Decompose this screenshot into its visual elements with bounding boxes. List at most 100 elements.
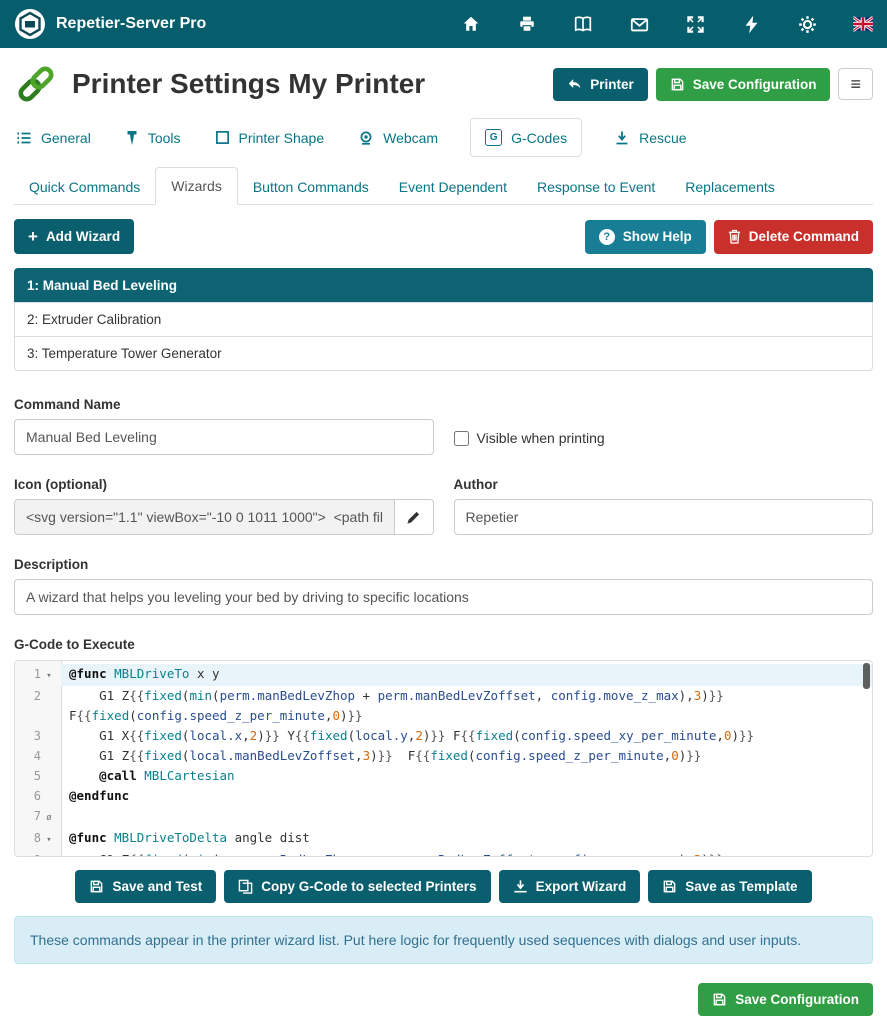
tab-printer-shape-label: Printer Shape bbox=[239, 130, 325, 146]
save-as-template-button[interactable]: Save as Template bbox=[648, 870, 811, 903]
square-outline-icon bbox=[215, 130, 230, 145]
copy-gcode-label: Copy G-Code to selected Printers bbox=[261, 879, 476, 894]
line-number: 4 bbox=[15, 746, 41, 766]
tab-general-label: General bbox=[41, 130, 91, 146]
tab-rescue-label: Rescue bbox=[639, 130, 686, 146]
tab-printer-shape[interactable]: Printer Shape bbox=[213, 119, 327, 157]
save-floppy-icon bbox=[89, 879, 104, 894]
command-name-input[interactable] bbox=[14, 419, 434, 455]
global-settings-gear-icon[interactable] bbox=[797, 14, 817, 34]
code-line: 6@endfunc bbox=[15, 786, 872, 806]
subtab-replacements[interactable]: Replacements bbox=[670, 169, 790, 205]
fullscreen-icon[interactable] bbox=[685, 14, 705, 34]
save-floppy-icon bbox=[670, 77, 685, 92]
copy-gcode-button[interactable]: Copy G-Code to selected Printers bbox=[224, 870, 490, 903]
fold-marker-icon[interactable] bbox=[41, 786, 57, 788]
link-chain-icon bbox=[14, 62, 58, 106]
hamburger-icon: ≡ bbox=[850, 75, 861, 93]
save-configuration-bottom-label: Save Configuration bbox=[735, 992, 859, 1007]
author-input[interactable] bbox=[454, 499, 874, 535]
printer-back-button[interactable]: Printer bbox=[553, 68, 648, 101]
add-wizard-button[interactable]: + Add Wizard bbox=[14, 219, 134, 254]
fold-marker-icon[interactable] bbox=[41, 746, 57, 748]
save-and-test-button[interactable]: Save and Test bbox=[75, 870, 216, 903]
plus-icon: + bbox=[28, 228, 38, 245]
show-help-button[interactable]: ? Show Help bbox=[585, 220, 706, 254]
quick-actions-bolt-icon[interactable] bbox=[741, 14, 761, 34]
home-icon[interactable] bbox=[461, 14, 481, 34]
tab-rescue[interactable]: Rescue bbox=[612, 119, 688, 157]
back-arrow-icon bbox=[567, 77, 582, 91]
save-configuration-button-top[interactable]: Save Configuration bbox=[656, 68, 831, 101]
save-configuration-label: Save Configuration bbox=[693, 77, 817, 92]
language-flag-icon[interactable] bbox=[853, 14, 873, 34]
export-wizard-button[interactable]: Export Wizard bbox=[499, 870, 641, 903]
subtab-event-dependent[interactable]: Event Dependent bbox=[384, 169, 522, 205]
gcode-to-execute-label: G-Code to Execute bbox=[14, 637, 873, 652]
fold-marker-icon[interactable]: ø bbox=[41, 806, 57, 828]
fold-marker-icon[interactable] bbox=[41, 726, 57, 728]
fold-marker-icon[interactable] bbox=[41, 686, 57, 688]
description-label: Description bbox=[14, 557, 873, 572]
code-line: 1▾@func MBLDriveTo x y bbox=[15, 664, 872, 686]
line-number: 7 bbox=[15, 806, 41, 826]
code-text: @call MBLCartesian bbox=[61, 766, 872, 786]
brand[interactable]: Repetier-Server Pro bbox=[14, 8, 206, 40]
save-as-template-label: Save as Template bbox=[685, 879, 797, 894]
info-alert: These commands appear in the printer wiz… bbox=[14, 916, 873, 964]
save-floppy-icon bbox=[712, 992, 727, 1007]
subtab-wizards[interactable]: Wizards bbox=[155, 167, 238, 205]
fold-marker-icon[interactable] bbox=[41, 766, 57, 768]
code-line: 2 G1 Z{{fixed(min(perm.manBedLevZhop + p… bbox=[15, 686, 872, 726]
wizard-list: 1: Manual Bed Leveling 2: Extruder Calib… bbox=[14, 268, 873, 371]
settings-tabs: General Tools Printer Shape Webcam G G-C… bbox=[14, 118, 873, 157]
rescue-icon bbox=[614, 130, 630, 146]
code-line: 5 @call MBLCartesian bbox=[15, 766, 872, 786]
messages-mail-icon[interactable] bbox=[629, 14, 649, 34]
tab-tools[interactable]: Tools bbox=[123, 119, 183, 157]
icon-optional-label: Icon (optional) bbox=[14, 477, 434, 492]
fold-marker-icon[interactable]: ▾ bbox=[41, 828, 57, 850]
pen-icon bbox=[406, 510, 421, 525]
export-wizard-label: Export Wizard bbox=[536, 879, 627, 894]
top-navbar: Repetier-Server Pro bbox=[0, 0, 887, 48]
tab-gcodes[interactable]: G G-Codes bbox=[470, 118, 582, 157]
code-text: @func MBLDriveToDelta angle dist bbox=[61, 828, 872, 850]
wizard-list-item-temperature-tower[interactable]: 3: Temperature Tower Generator bbox=[14, 336, 873, 371]
wizard-list-item-manual-bed-leveling[interactable]: 1: Manual Bed Leveling bbox=[14, 268, 873, 303]
tab-general[interactable]: General bbox=[14, 119, 93, 157]
edit-icon-button[interactable] bbox=[395, 499, 433, 535]
manual-book-icon[interactable] bbox=[573, 14, 593, 34]
editor-scrollbar-thumb[interactable] bbox=[863, 663, 870, 689]
icon-svg-input[interactable] bbox=[14, 499, 395, 535]
code-text: @endfunc bbox=[61, 786, 872, 806]
line-number: 3 bbox=[15, 726, 41, 746]
tab-webcam[interactable]: Webcam bbox=[356, 119, 440, 157]
visible-when-printing-label: Visible when printing bbox=[477, 430, 605, 446]
subtab-button-commands[interactable]: Button Commands bbox=[238, 169, 384, 205]
save-and-test-label: Save and Test bbox=[112, 879, 202, 894]
list-icon bbox=[16, 130, 32, 146]
visible-when-printing-checkbox[interactable] bbox=[454, 431, 469, 446]
printer-icon[interactable] bbox=[517, 14, 537, 34]
copy-icon bbox=[238, 879, 253, 894]
menu-button[interactable]: ≡ bbox=[838, 68, 873, 100]
tab-tools-label: Tools bbox=[148, 130, 181, 146]
line-number: 8 bbox=[15, 828, 41, 848]
line-number: 9 bbox=[15, 850, 41, 857]
fold-marker-icon[interactable] bbox=[41, 850, 57, 852]
line-number: 1 bbox=[15, 664, 41, 684]
wizard-list-item-extruder-calibration[interactable]: 2: Extruder Calibration bbox=[14, 302, 873, 337]
wizard-action-row: + Add Wizard ? Show Help Delete Command bbox=[14, 219, 873, 254]
editor-footer-actions: Save and Test Copy G-Code to selected Pr… bbox=[14, 870, 873, 903]
description-input[interactable] bbox=[14, 579, 873, 615]
save-configuration-button-bottom[interactable]: Save Configuration bbox=[698, 983, 873, 1016]
tab-gcodes-label: G-Codes bbox=[511, 130, 567, 146]
tab-webcam-label: Webcam bbox=[383, 130, 438, 146]
subtab-response-to-event[interactable]: Response to Event bbox=[522, 169, 670, 205]
subtab-quick-commands[interactable]: Quick Commands bbox=[14, 169, 155, 205]
code-line: 3 G1 X{{fixed(local.x,2)}} Y{{fixed(loca… bbox=[15, 726, 872, 746]
gcode-editor[interactable]: 1▾@func MBLDriveTo x y2 G1 Z{{fixed(min(… bbox=[14, 660, 873, 857]
delete-command-button[interactable]: Delete Command bbox=[714, 220, 873, 254]
fold-marker-icon[interactable]: ▾ bbox=[41, 664, 57, 686]
